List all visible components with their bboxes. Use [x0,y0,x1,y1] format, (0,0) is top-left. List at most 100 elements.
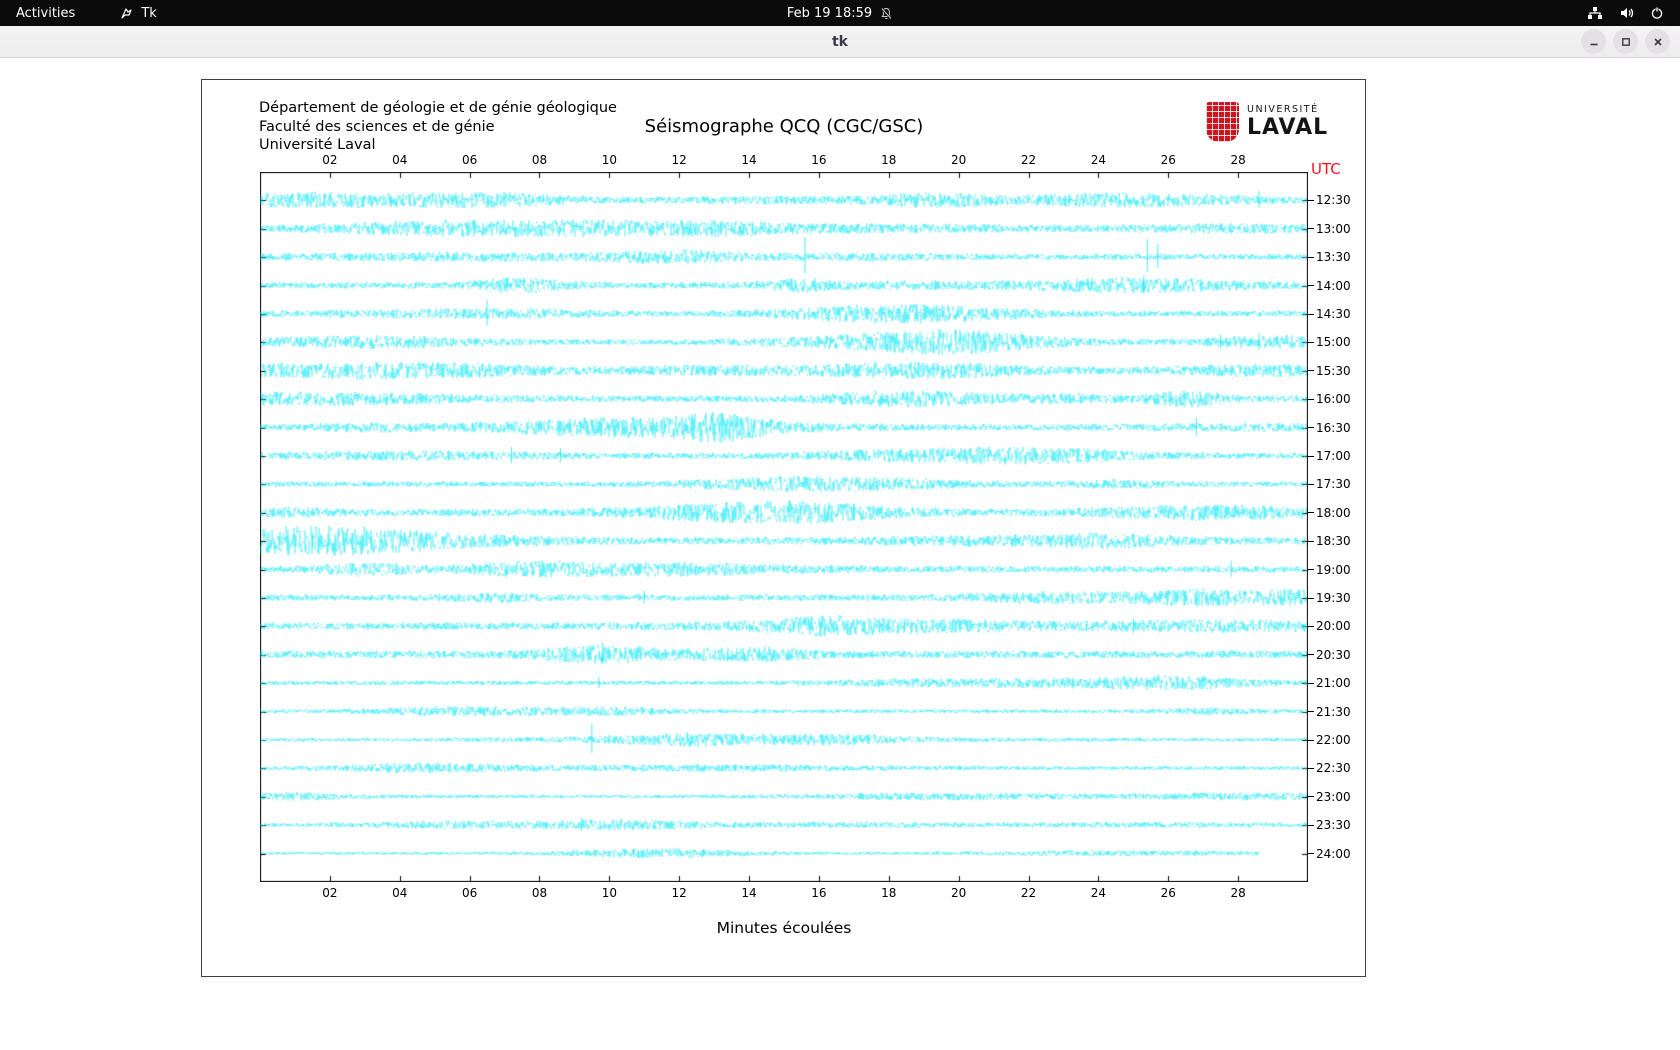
trace-time-label: 20:00 [1308,619,1351,633]
seismogram-canvas [260,172,1308,882]
tick-dash [1308,285,1314,287]
trace-time-label: 18:30 [1308,534,1351,548]
trace-time-label: 17:30 [1308,477,1351,491]
university-laval-logo: UNIVERSITÉ LAVAL [1206,102,1328,142]
tick-dash [1308,654,1314,656]
x-axis-title: Minutes écoulées [716,919,852,937]
trace-time-label: 16:30 [1308,421,1351,435]
x-tick-label-bottom: 22 [1020,886,1037,900]
x-tick-label-bottom: 18 [881,886,897,900]
x-tick-label-bottom: 24 [1090,886,1107,900]
tick-dash [1308,597,1314,599]
laval-logo-text: UNIVERSITÉ LAVAL [1247,105,1328,139]
tick-dash [1308,625,1314,627]
tick-dash [1308,569,1314,571]
tick-dash [1308,483,1314,485]
bottom-axis-labels: 02 04 06 08 10 12 14 16 18 20 22 24 26 28 [260,886,1308,901]
x-tick-label-top: 24 [1090,153,1107,167]
institution-line: Département de géologie et de génie géol… [259,100,617,116]
tick-dash [1308,824,1314,826]
window-titlebar[interactable]: tk [0,26,1680,58]
trace-time-label: 21:30 [1308,705,1351,719]
plot-frame [260,172,1308,882]
tick-dash [1308,256,1314,258]
window-controls [1581,29,1670,54]
minimize-button[interactable] [1581,29,1606,54]
x-tick-label-top: 10 [601,153,617,167]
tk-app-icon [119,6,134,21]
top-bar-left: Activities Tk [0,6,157,21]
clock-menu[interactable]: Feb 19 18:59 [787,6,893,21]
trace-time-label: 24:00 [1308,847,1351,861]
x-tick-label-top: 12 [671,153,687,167]
laval-shield-icon [1206,102,1239,142]
trace-time-label: 23:30 [1308,818,1351,832]
trace-time-label: 14:00 [1308,279,1351,293]
window-content: Département de géologie et de génie géol… [0,58,1680,1050]
trace-time-label: 17:00 [1308,449,1351,463]
tick-dash [1308,512,1314,514]
chart-title: Séismographe QCQ (CGC/GSC) [644,116,924,137]
top-axis-labels: 02 04 06 08 10 12 14 16 18 20 22 24 26 28 [260,153,1308,168]
trace-time-label: 15:00 [1308,335,1351,349]
tick-dash [1308,767,1314,769]
tick-dash [1308,796,1314,798]
trace-time-label: 13:00 [1308,222,1351,236]
system-status-area[interactable] [1587,6,1680,20]
x-tick-label-top: 26 [1160,153,1176,167]
x-tick-label-bottom: 16 [811,886,827,900]
tick-dash [1308,341,1314,343]
trace-time-label: 23:00 [1308,790,1351,804]
x-tick-label-bottom: 20 [951,886,967,900]
tick-dash [1308,427,1314,429]
gnome-top-bar: Activities Tk Feb 19 18:59 [0,0,1680,26]
tick-dash [1308,398,1314,400]
x-tick-label-top: 20 [951,153,967,167]
x-tick-label-top: 22 [1020,153,1037,167]
logo-line2: LAVAL [1247,114,1329,140]
trace-time-label: 18:00 [1308,506,1351,520]
maximize-icon [1621,37,1630,46]
close-icon [1653,37,1662,46]
seismograph-panel: Département de géologie et de génie géol… [201,79,1366,977]
tick-dash [1308,739,1314,741]
x-tick-label-top: 02 [322,153,338,167]
tk-app-indicator[interactable]: Tk [119,5,157,21]
x-tick-label-top: 16 [811,153,827,167]
tick-dash [1308,853,1314,855]
x-tick-label-bottom: 10 [601,886,617,900]
maximize-button[interactable] [1613,29,1638,54]
trace-time-label: 19:00 [1308,563,1351,577]
tick-dash [1308,455,1314,457]
notifications-disabled-icon [880,7,893,20]
x-tick-label-top: 18 [881,153,897,167]
x-tick-label-bottom: 08 [531,886,548,900]
trace-time-label: 16:00 [1308,392,1351,406]
tick-dash [1308,711,1314,713]
x-tick-label-bottom: 12 [671,886,687,900]
close-button[interactable] [1645,29,1670,54]
tick-dash [1308,228,1314,230]
x-tick-label-bottom: 04 [392,886,408,900]
trace-time-label: 22:00 [1308,733,1351,747]
tick-dash [1308,682,1314,684]
x-tick-label-top: 14 [741,153,757,167]
tk-app-label: Tk [141,5,157,21]
tick-dash [1308,540,1314,542]
x-tick-label-bottom: 26 [1160,886,1176,900]
power-icon [1650,6,1664,20]
clock-label: Feb 19 18:59 [786,5,873,21]
volume-icon [1619,6,1634,20]
x-tick-label-bottom: 02 [322,886,338,900]
x-tick-label-top: 28 [1230,153,1246,167]
trace-time-label: 19:30 [1308,591,1351,605]
x-tick-label-bottom: 14 [741,886,757,900]
activities-button[interactable]: Activities [16,6,75,21]
network-icon [1587,6,1603,20]
x-tick-label-bottom: 28 [1230,886,1246,900]
minimize-icon [1590,43,1597,45]
trace-time-label: 22:30 [1308,761,1351,775]
trace-time-label: 13:30 [1308,250,1351,264]
logo-line1: UNIVERSITÉ [1247,104,1319,116]
trace-time-label: 20:30 [1308,648,1351,662]
